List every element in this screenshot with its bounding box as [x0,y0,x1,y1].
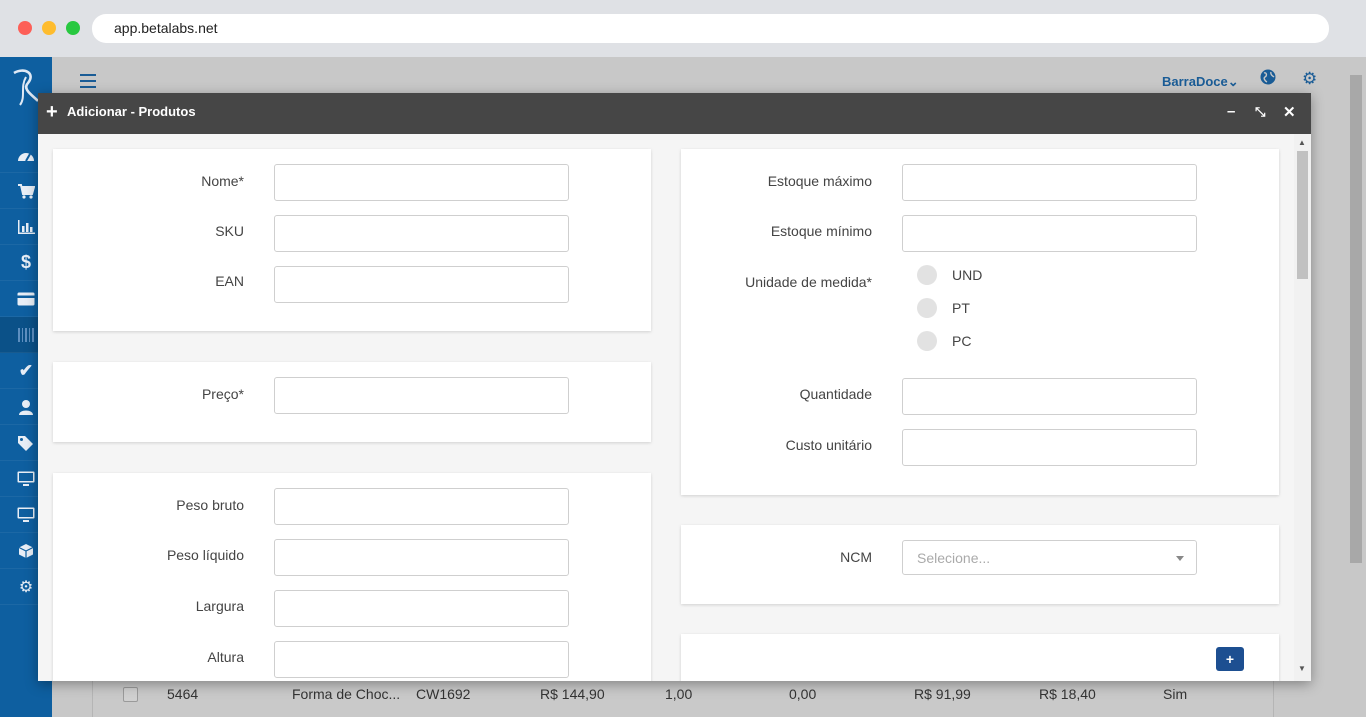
scroll-down-icon[interactable]: ▼ [1298,664,1306,673]
largura-input[interactable] [274,590,569,627]
radio-button[interactable] [917,298,937,318]
unit-option-label: UND [952,267,983,283]
ncm-select[interactable]: Selecione... [902,540,1197,575]
browser-chrome: app.betalabs.net [0,0,1366,57]
row-qty: 1,00 [665,686,693,702]
chevron-down-icon: ⌄ [1227,74,1239,89]
largura-label: Largura [195,598,244,614]
modal-scrollbar-thumb[interactable] [1297,151,1308,279]
row-checkbox[interactable] [123,687,138,702]
page-scrollbar[interactable] [1348,57,1366,717]
ean-input[interactable] [274,266,569,303]
unit-option-und[interactable]: UND [917,264,982,286]
radio-button[interactable] [917,331,937,351]
store-selector[interactable]: BarraDoce⌄ [1162,74,1239,90]
row-cost: R$ 91,99 [914,686,971,702]
chevron-down-icon [1176,556,1184,561]
address-bar[interactable]: app.betalabs.net [92,14,1329,43]
store-name: BarraDoce [1162,74,1228,89]
preco-label: Preço* [201,386,244,402]
unit-option-pt[interactable]: PT [917,297,970,319]
plus-icon: + [46,101,58,123]
settings-gear-icon[interactable]: ⚙ [1302,69,1317,89]
nome-label: Nome* [201,173,244,189]
estoque-maximo-label: Estoque máximo [767,173,872,189]
sku-label: SKU [215,223,244,239]
modal-body: Nome* SKU EAN Preço* Peso bruto Peso líq… [38,134,1311,681]
stock-card: Estoque máximo Estoque mínimo Unidade de… [681,149,1279,495]
sku-input[interactable] [274,215,569,252]
nome-input[interactable] [274,164,569,201]
table-row[interactable]: 5464 Forma de Choc... CW1692 R$ 144,90 1… [92,678,1274,710]
ean-label: EAN [215,273,244,289]
peso-bruto-label: Peso bruto [176,497,244,513]
row-active: Sim [1163,686,1188,702]
ncm-label: NCM [840,549,872,565]
modal-title: Adicionar - Produtos [67,104,196,119]
peso-bruto-input[interactable] [274,488,569,525]
dimensions-card: Peso bruto Peso líquido Largura Altura [53,473,651,681]
custo-unitario-label: Custo unitário [785,437,872,453]
restore-icon[interactable]: ⤡ [1255,104,1265,120]
unidade-medida-label: Unidade de medida* [745,274,872,290]
unit-option-label: PT [952,300,970,316]
modal-scrollbar[interactable]: ▲ ▼ [1294,134,1311,681]
quantidade-input[interactable] [902,378,1197,415]
estoque-maximo-input[interactable] [902,164,1197,201]
window-minimize-dot[interactable] [42,21,56,35]
estoque-minimo-input[interactable] [902,215,1197,252]
window-maximize-dot[interactable] [66,21,80,35]
extra-card: + [681,634,1279,681]
altura-label: Altura [207,649,244,665]
quantidade-label: Quantidade [799,386,872,402]
unit-option-pc[interactable]: PC [917,330,971,352]
add-product-modal: + Adicionar - Produtos – ⤡ ✕ Nome* SKU E… [38,93,1311,681]
price-card: Preço* [53,362,651,442]
close-icon[interactable]: ✕ [1283,103,1296,121]
unit-option-label: PC [952,333,972,349]
add-button[interactable]: + [1216,647,1244,671]
row-value: 0,00 [789,686,817,702]
ncm-placeholder: Selecione... [917,550,991,566]
scroll-up-icon[interactable]: ▲ [1298,138,1306,147]
radio-button[interactable] [917,265,937,285]
globe-icon[interactable] [1260,69,1276,90]
peso-liquido-label: Peso líquido [166,547,244,563]
page-scrollbar-thumb[interactable] [1350,75,1362,563]
row-margin: R$ 18,40 [1039,686,1096,702]
row-id: 5464 [167,686,199,702]
modal-header: + Adicionar - Produtos – ⤡ ✕ [38,93,1311,134]
row-price: R$ 144,90 [540,686,605,702]
estoque-minimo-label: Estoque mínimo [770,223,872,239]
peso-liquido-input[interactable] [274,539,569,576]
altura-input[interactable] [274,641,569,678]
preco-input[interactable] [274,377,569,414]
row-name: Forma de Choc... [292,686,401,702]
ncm-card: NCM Selecione... [681,525,1279,604]
row-sku: CW1692 [416,686,471,702]
custo-unitario-input[interactable] [902,429,1197,466]
basic-info-card: Nome* SKU EAN [53,149,651,331]
minimize-icon[interactable]: – [1227,103,1235,120]
window-close-dot[interactable] [18,21,32,35]
menu-icon[interactable] [80,74,96,88]
